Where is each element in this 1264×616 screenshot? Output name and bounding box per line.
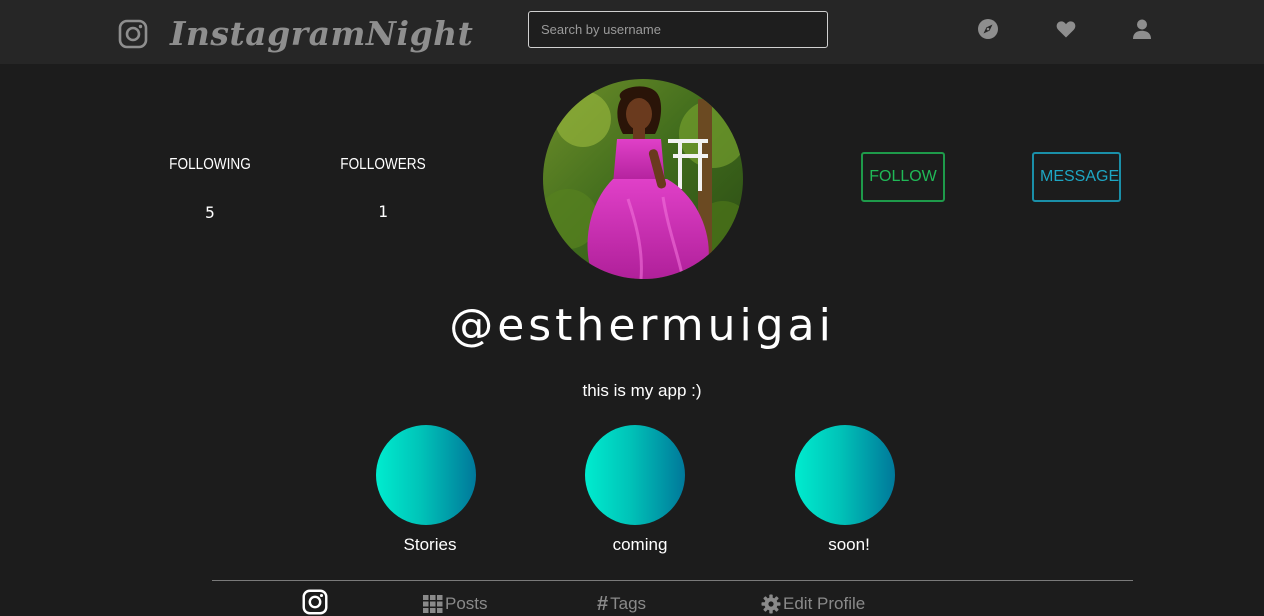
hashtag-icon: # [597, 592, 609, 615]
story-circle[interactable] [795, 425, 895, 525]
grid-icon [423, 595, 443, 613]
story-label: coming [612, 535, 668, 554]
heart-icon[interactable] [1055, 18, 1077, 40]
tab-home[interactable] [302, 589, 328, 615]
following-count[interactable]: 5 [150, 203, 270, 222]
tab-edit-profile-label: Edit Profile [783, 594, 866, 613]
divider [212, 580, 1133, 581]
tab-posts[interactable]: Posts [423, 592, 488, 616]
story-circle[interactable] [376, 425, 476, 525]
navbar: InstagramNight [0, 0, 1264, 64]
user-icon[interactable] [1131, 18, 1153, 40]
following-label: FOLLOWING [169, 156, 251, 173]
tab-tags[interactable]: # Tags [597, 592, 646, 616]
story-label: Stories [403, 535, 457, 554]
follow-button[interactable]: FOLLOW [861, 152, 945, 202]
brand-name[interactable]: InstagramNight [170, 14, 473, 53]
story-circle[interactable] [585, 425, 685, 525]
username: @esthermuigai [449, 300, 835, 351]
instagram-icon [302, 589, 328, 615]
avatar [543, 79, 743, 279]
followers-label: FOLLOWERS [340, 156, 426, 173]
tab-posts-label: Posts [445, 594, 488, 613]
followers-count[interactable]: 1 [323, 202, 443, 221]
search-input[interactable] [528, 11, 828, 48]
tab-edit-profile[interactable]: Edit Profile [761, 592, 865, 616]
gear-icon [761, 594, 781, 614]
tab-tags-label: Tags [610, 594, 647, 613]
compass-icon[interactable] [977, 18, 999, 40]
bio: this is my app :) [582, 381, 702, 400]
message-button[interactable]: MESSAGE [1032, 152, 1121, 202]
instagram-icon[interactable] [118, 19, 148, 49]
story-label: soon! [828, 535, 870, 554]
